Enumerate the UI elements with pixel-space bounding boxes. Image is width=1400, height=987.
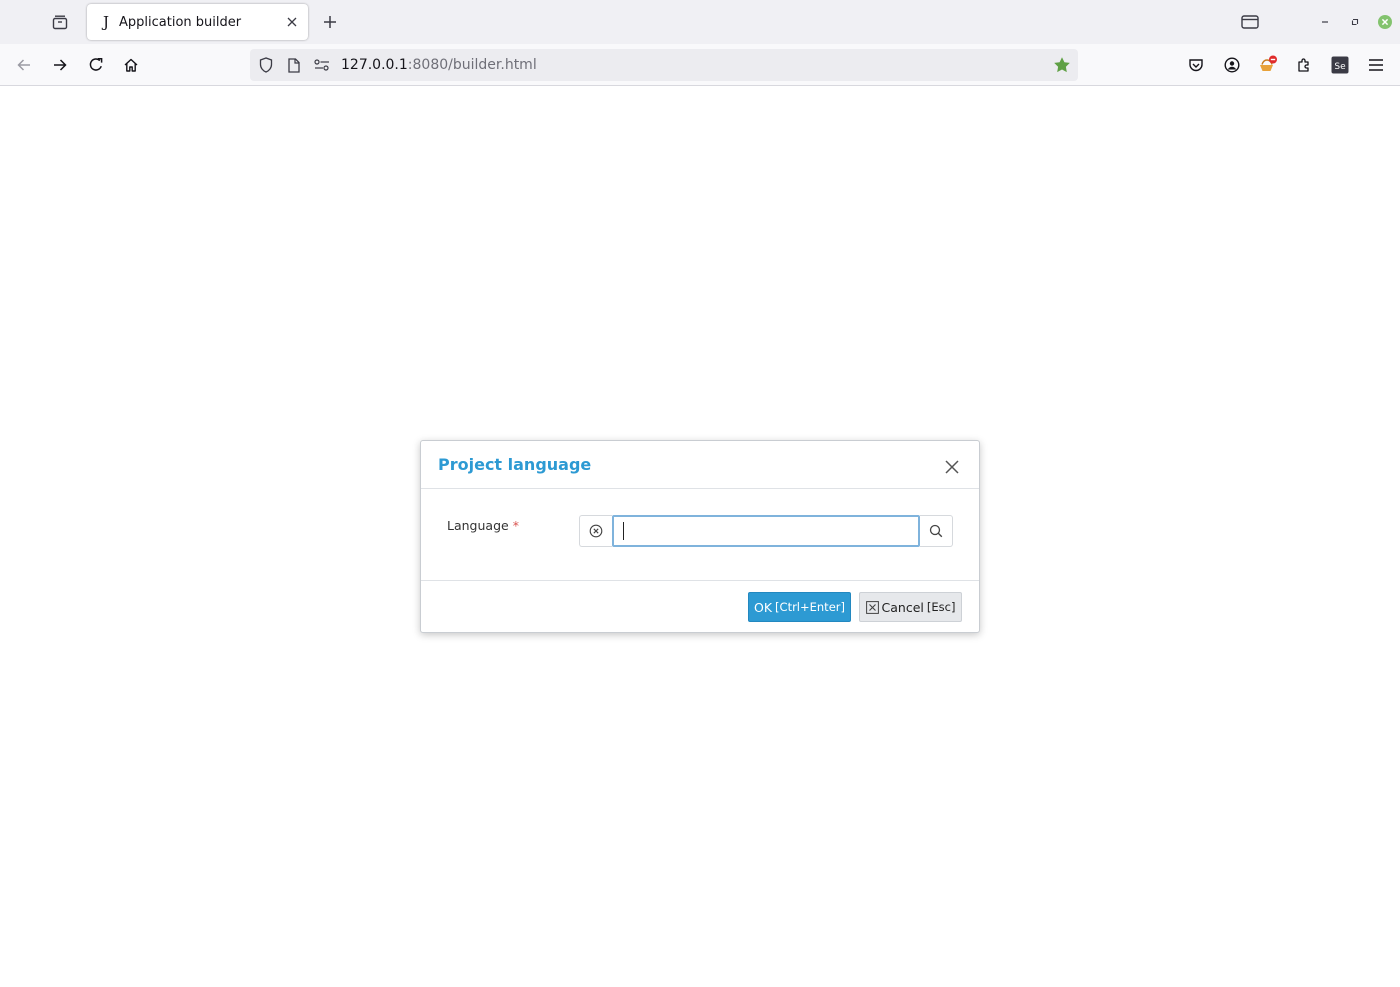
required-mark: * — [512, 518, 519, 533]
search-icon — [929, 524, 943, 538]
dialog-header: Project language — [421, 441, 979, 489]
dialog-title: Project language — [438, 455, 592, 474]
hamburger-menu-icon[interactable] — [1365, 54, 1387, 76]
dialog-footer: OK [Ctrl+Enter] Cancel [Esc] — [421, 580, 979, 632]
account-icon[interactable] — [1221, 54, 1243, 76]
tab-favicon: J — [102, 13, 109, 31]
clear-circle-icon — [589, 524, 603, 538]
star-icon[interactable] — [1052, 55, 1072, 75]
shield-icon[interactable] — [258, 57, 274, 73]
address-bar[interactable]: 127.0.0.1:8080/builder.html — [250, 49, 1078, 81]
close-window-icon[interactable] — [1373, 10, 1397, 34]
tab-overview-icon[interactable] — [48, 10, 72, 34]
reload-icon[interactable] — [84, 53, 108, 77]
language-input[interactable] — [612, 515, 920, 547]
arrow-right-icon[interactable] — [48, 53, 72, 77]
browser-tab-active[interactable]: J Application builder — [87, 4, 308, 40]
language-label: Language * — [447, 518, 519, 533]
url-host: 127.0.0.1 — [341, 57, 408, 73]
plus-icon[interactable] — [318, 10, 342, 34]
home-icon[interactable] — [119, 53, 143, 77]
cancel-button-label: Cancel — [881, 599, 924, 615]
ok-button-label: OK — [754, 599, 773, 615]
dialog-body: Language * — [421, 490, 979, 580]
ok-button-shortcut: [Ctrl+Enter] — [775, 600, 845, 614]
cancel-button-shortcut: [Esc] — [926, 600, 956, 614]
ok-button[interactable]: OK [Ctrl+Enter] — [748, 592, 851, 622]
project-language-dialog: Project language Language * OK [Ctrl+Ente… — [420, 440, 980, 633]
extension-badge-icon[interactable] — [1257, 54, 1279, 76]
list-all-tabs-icon[interactable] — [1238, 10, 1262, 34]
pocket-icon[interactable] — [1185, 54, 1207, 76]
cancel-x-icon — [865, 600, 879, 614]
url-path: :8080/builder.html — [407, 57, 537, 73]
page-icon[interactable] — [286, 57, 302, 73]
language-label-text: Language — [447, 518, 509, 533]
arrow-left-icon[interactable] — [12, 53, 36, 77]
tab-close-icon[interactable] — [281, 11, 303, 33]
clear-value-button[interactable] — [579, 515, 612, 547]
permissions-icon[interactable] — [314, 57, 330, 73]
minimize-icon[interactable] — [1313, 10, 1337, 34]
search-button[interactable] — [920, 515, 953, 547]
restore-icon[interactable] — [1343, 10, 1367, 34]
extensions-icon[interactable] — [1293, 54, 1315, 76]
svg-text:Se: Se — [1334, 62, 1346, 72]
browser-nav-bar: 127.0.0.1:8080/builder.html Se — [0, 44, 1400, 86]
browser-tab-bar: J Application builder — [0, 0, 1400, 44]
cancel-button[interactable]: Cancel [Esc] — [859, 592, 962, 622]
text-caret — [623, 522, 624, 540]
url-text[interactable]: 127.0.0.1:8080/builder.html — [341, 57, 537, 73]
close-icon[interactable] — [941, 456, 963, 478]
tab-title: Application builder — [119, 14, 242, 30]
selenium-icon[interactable]: Se — [1329, 54, 1351, 76]
